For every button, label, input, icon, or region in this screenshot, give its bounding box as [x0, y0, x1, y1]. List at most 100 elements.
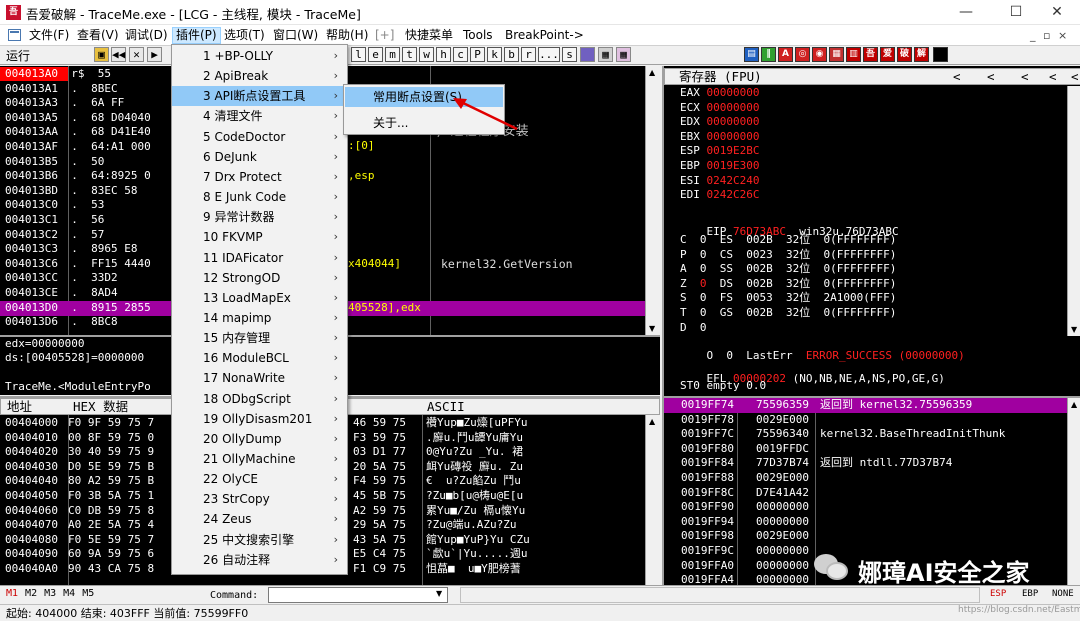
stack-row[interactable]: 0019FFA0 00000000	[681, 559, 809, 574]
bookmark-mark[interactable]: M4	[63, 588, 75, 599]
stack-row[interactable]: 0019FF90 00000000	[681, 500, 809, 515]
dump-row[interactable]: 00404040 80 A2 59 75 B F4 59 75 € u?Zu餡Zu 鬥…	[5, 474, 521, 489]
mdi-window-icon[interactable]	[8, 29, 21, 41]
plugins-dropdown[interactable]: 1 +BP-OLLY › 2 ApiBreak › 3 API断点设置工具 › 4 清理文件…	[171, 44, 348, 575]
plugin-menu-item[interactable]: 18 ODbgScript ›	[172, 389, 347, 409]
disasm-row[interactable]: 004013C2 . 57	[5, 228, 151, 243]
dump-row[interactable]: 00404020 30 40 59 75 9 03 D1 77 0@Yu?Zu _Yu…	[5, 445, 523, 460]
plugin-menu-item[interactable]: 17 NonaWrite ›	[172, 368, 347, 388]
stack-row[interactable]: 0019FF8C D7E41A42	[681, 486, 809, 501]
maximize-button[interactable]: ☐	[993, 0, 1039, 25]
disasm-row[interactable]: 004013BD . 83EC 58	[5, 184, 151, 199]
dump-row[interactable]: 00404000 F0 9F 59 75 7 46 59 75 禶Yup■Zu燺[uP…	[5, 416, 527, 431]
logo-wu[interactable]: 吾	[863, 47, 878, 62]
plugin-menu-item[interactable]: 26 自动注释 ›	[172, 550, 347, 570]
registers-header[interactable]: 寄存器 (FPU) < < < < <	[664, 68, 1080, 85]
plugin-menu-item[interactable]: 1 +BP-OLLY ›	[172, 46, 347, 66]
dump-row[interactable]: 00404030 D0 5E 59 75 B 20 5A 75 衈Yu磚祋 廯u. Z…	[5, 460, 523, 475]
menu-view[interactable]: 查看(V)	[74, 27, 122, 44]
register-row[interactable]: EDI 0242C26C	[680, 188, 759, 203]
memory-icon[interactable]: ▦	[616, 47, 631, 62]
grid-red-icon[interactable]: ▦	[829, 47, 844, 62]
toolbar-c[interactable]: c	[453, 47, 468, 62]
dump-row[interactable]: 00404060 C0 DB 59 75 8 A2 59 75 累Yu■/Zu 槅u懐…	[5, 504, 525, 519]
plugin-menu-item[interactable]: 24 Zeus ›	[172, 509, 347, 529]
flag-row[interactable]: A 0 SS 002B 32位 0(FFFFFFFF)	[680, 262, 896, 277]
dump-scrollbar[interactable]: ▲	[645, 415, 660, 587]
flag-row[interactable]: P 0 CS 0023 32位 0(FFFFFFFF)	[680, 248, 896, 263]
register-row[interactable]: EAX 00000000	[680, 86, 759, 101]
grid-icon[interactable]: ▦	[598, 47, 613, 62]
stack-rows[interactable]: 0019FF74 75596359 返回到 kernel32.75596359 001…	[681, 398, 1005, 588]
flag-row[interactable]: S 0 FS 0053 32位 2A1000(FFF)	[680, 291, 896, 306]
disasm-row[interactable]: 004013B6 . 64:8925 0	[5, 169, 151, 184]
list-icon[interactable]	[580, 47, 595, 62]
disasm-row[interactable]: 004013A1 . 8BEC	[5, 82, 151, 97]
disasm-row[interactable]: 004013A5 . 68 D04040	[5, 111, 151, 126]
plugin-menu-item[interactable]: 14 mapimp ›	[172, 308, 347, 328]
menu-quick[interactable]: 快捷菜单	[402, 27, 456, 44]
plugin-menu-item[interactable]: 22 OlyCE ›	[172, 469, 347, 489]
settings-icon[interactable]: ◎	[795, 47, 810, 62]
disasm-row[interactable]: 004013D6 . 8BC8	[5, 315, 151, 330]
stack-row[interactable]: 0019FF88 0029E000	[681, 471, 809, 486]
flag-row[interactable]: Z 0 DS 002B 32位 0(FFFFFFFF)	[680, 277, 896, 292]
toolbar-ellipsis[interactable]: ...	[538, 47, 560, 62]
register-row[interactable]: ESI 0242C240	[680, 174, 759, 189]
disasm-row[interactable]: 004013C1 . 56	[5, 213, 151, 228]
registers-scrollbar[interactable]: ▼	[1067, 86, 1080, 336]
dump-row[interactable]: 00404050 F0 3B 5A 75 1 45 5B 75 ?Zu■b[u@梼u@…	[5, 489, 523, 504]
register-row[interactable]: EDX 00000000	[680, 115, 759, 130]
toolbar-s[interactable]: s	[562, 47, 577, 62]
dump-row[interactable]: 00404010 00 8F 59 75 0 F3 59 75 .廯u.鬥u罈Yu庯Y…	[5, 431, 523, 446]
open-icon[interactable]: ▣	[94, 47, 109, 62]
target-icon[interactable]: ◉	[812, 47, 827, 62]
plugin-menu-item[interactable]: 8 E Junk Code ›	[172, 187, 347, 207]
plugin-menu-item[interactable]: 9 异常计数器 ›	[172, 207, 347, 227]
plugin-menu-item[interactable]: 20 OllyDump ›	[172, 429, 347, 449]
logo-ai[interactable]: 爱	[880, 47, 895, 62]
toolbar-l[interactable]: l	[351, 47, 366, 62]
bookmark-mark[interactable]: M2	[25, 588, 37, 599]
toolbar-k[interactable]: k	[487, 47, 502, 62]
register-value[interactable]: 00000000	[707, 86, 760, 99]
plugin-menu-item[interactable]: 25 中文搜索引擎 ›	[172, 530, 347, 550]
plugin-menu-item[interactable]: 10 FKVMP ›	[172, 227, 347, 247]
toolbar-h[interactable]: h	[436, 47, 451, 62]
disasm-row[interactable]: 004013AF . 64:A1 000	[5, 140, 151, 155]
plugin-menu-item[interactable]: 16 ModuleBCL ›	[172, 348, 347, 368]
minimize-button[interactable]: —	[943, 0, 989, 25]
stack-scrollbar[interactable]: ▲	[1067, 398, 1080, 587]
register-value[interactable]: 00000000	[707, 101, 760, 114]
toolbar-e[interactable]: e	[368, 47, 383, 62]
plugin-menu-item[interactable]: 23 StrCopy ›	[172, 489, 347, 509]
menu-window[interactable]: 窗口(W)	[270, 27, 321, 44]
disasm-row[interactable]: 004013C3 . 8965 E8	[5, 242, 151, 257]
disasm-row[interactable]: 004013AA . 68 D41E40	[5, 125, 151, 140]
flag-row[interactable]: C 0 ES 002B 32位 0(FFFFFFFF)	[680, 233, 896, 248]
disasm-row[interactable]: 004013C6 . FF15 4440	[5, 257, 151, 272]
toolbar-b[interactable]: b	[504, 47, 519, 62]
plugin-menu-item[interactable]: 7 Drx Protect ›	[172, 167, 347, 187]
dump-row[interactable]: 00404090 60 9A 59 75 6 E5 C4 75 `歔u`|Yu....…	[5, 547, 527, 562]
plugin-menu-item[interactable]: 3 API断点设置工具 ›	[172, 86, 347, 107]
disasm-rows[interactable]: 004013A0 r$ 55 004013A1 . 8BEC 004013A3 . …	[5, 67, 151, 330]
disasm-row[interactable]: 004013B5 . 50	[5, 155, 151, 170]
flag-row[interactable]: D 0	[680, 321, 896, 336]
register-value[interactable]: 0019E2BC	[707, 144, 760, 157]
register-row[interactable]: EBX 00000000	[680, 130, 759, 145]
plugin-menu-item[interactable]: 2 ApiBreak ›	[172, 66, 347, 86]
esp-button[interactable]: ESP	[990, 589, 1006, 599]
toolbar-p[interactable]: P	[470, 47, 485, 62]
dump-rows[interactable]: 00404000 F0 9F 59 75 7 46 59 75 禶Yup■Zu燺[uP…	[5, 416, 530, 577]
plugin-menu-item[interactable]: 13 LoadMapEx ›	[172, 288, 347, 308]
menu-options[interactable]: 选项(T)	[221, 27, 268, 44]
disasm-scrollbar[interactable]: ▲ ▼	[645, 66, 660, 335]
chevron-down-icon[interactable]: ▼	[436, 589, 442, 598]
ebp-button[interactable]: EBP	[1022, 589, 1038, 599]
stack-row[interactable]: 0019FF80 0019FFDC	[681, 442, 809, 457]
dump-row[interactable]: 004040A0 90 43 CA 75 8 F1 C9 75 怚蕌■ u■Y肥榜蓍	[5, 562, 521, 577]
plugin-menu-item[interactable]: 6 DeJunk ›	[172, 147, 347, 167]
registers-panel[interactable]: 寄存器 (FPU) < < < < < EAX 00000000 ECX 0000…	[662, 66, 1080, 396]
menu-breakpoint[interactable]: BreakPoint->	[502, 27, 587, 44]
